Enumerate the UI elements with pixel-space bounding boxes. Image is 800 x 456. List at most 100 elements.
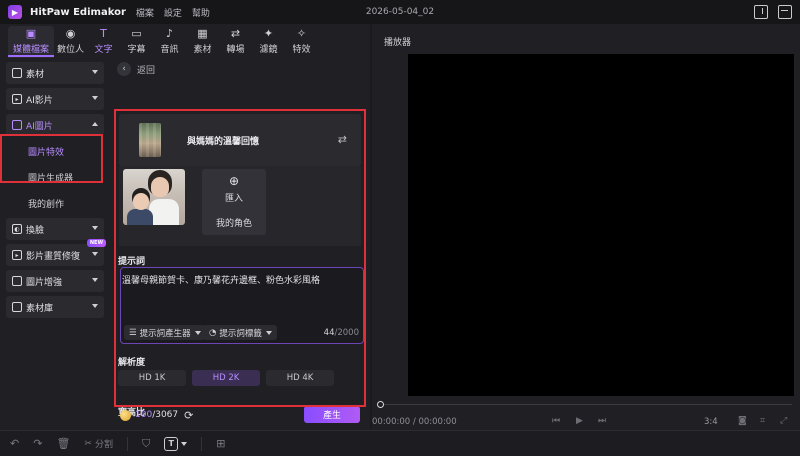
resolution-2k[interactable]: HD 2K	[192, 370, 260, 386]
prompt-text[interactable]: 溫馨母親節賀卡、康乃馨花卉邊框、粉色水彩風格	[122, 273, 320, 286]
folder-icon	[12, 68, 22, 78]
back-label[interactable]: 返回	[137, 63, 155, 76]
uploaded-photo[interactable]	[123, 169, 185, 225]
import-label: 匯入	[224, 194, 243, 204]
next-frame-icon[interactable]: ⏭	[598, 416, 606, 426]
chevron-left-icon: ‹	[122, 64, 126, 74]
sidebar-item-face-swap[interactable]: ◐ 換臉	[6, 218, 104, 240]
image-input-row: ⊕ 匯入 我的角色	[119, 166, 361, 246]
tab-label: 數位人	[56, 45, 84, 55]
app-logo-icon: ▶	[8, 5, 22, 19]
previous-frame-icon[interactable]: ⏮	[552, 416, 560, 426]
video-preview[interactable]	[408, 54, 794, 424]
tab-asset[interactable]: ▦ 素材	[186, 26, 219, 58]
tab-media[interactable]: ▣ 媒體檔案	[8, 26, 54, 58]
scrubber-handle[interactable]	[377, 401, 384, 408]
chevron-up-icon	[92, 122, 98, 126]
my-role-button[interactable]: 我的角色	[202, 216, 266, 229]
aspect-ratio-value[interactable]: 3:4	[704, 417, 718, 427]
list-icon: ☰	[129, 327, 137, 338]
sidebar-item-assets[interactable]: 素材	[6, 62, 104, 84]
sidebar-item-label: AI影片	[26, 95, 53, 106]
shield-icon[interactable]: ⛉	[142, 437, 150, 451]
new-badge: NEW	[86, 239, 106, 247]
import-card[interactable]: ⊕ 匯入 我的角色	[202, 169, 266, 235]
play-icon[interactable]: ▶	[576, 416, 583, 426]
back-button[interactable]: ‹	[117, 62, 131, 76]
template-card[interactable]: 與媽媽的溫馨回憶 ⇄	[119, 114, 361, 166]
prompt-generator-button[interactable]: ☰ 提示詞產生器	[124, 325, 206, 340]
player-controls: 00:00:00 / 00:00:00 ⏮ ▶ ⏭ 3:4 ◙ ⌗ ⤢	[372, 396, 800, 430]
scissors-icon: ✂	[84, 438, 92, 449]
snapshot-icon[interactable]: ◙	[738, 416, 747, 426]
resolution-4k[interactable]: HD 4K	[266, 370, 334, 386]
timeline-scrubber[interactable]	[380, 404, 792, 405]
tab-filter[interactable]: ✦ 濾鏡	[252, 26, 285, 58]
layout-icon[interactable]	[778, 5, 792, 19]
sidebar-subitem-my-creations[interactable]: 我的創作	[6, 192, 104, 214]
char-max: /2000	[334, 328, 360, 338]
split-button[interactable]: ✂ 分割	[84, 437, 113, 451]
coin-icon	[120, 409, 131, 421]
video-icon: ▸	[12, 94, 22, 104]
image-icon	[12, 120, 22, 130]
resolution-1k[interactable]: HD 1K	[118, 370, 186, 386]
tab-subtitle[interactable]: ▭ 字幕	[120, 26, 153, 58]
tab-audio[interactable]: ♪ 音訊	[153, 26, 186, 58]
active-tab-indicator	[8, 55, 54, 57]
menu-settings[interactable]: 設定	[164, 6, 182, 19]
chevron-down-icon[interactable]	[181, 441, 188, 446]
menu-file[interactable]: 檔案	[136, 6, 154, 19]
resolution-label: 解析度	[118, 358, 146, 368]
fullscreen-icon[interactable]: ⤢	[780, 416, 787, 426]
refresh-icon[interactable]: ⟳	[184, 409, 193, 422]
tab-label: 字幕	[127, 45, 146, 55]
sidebar-item-image-enhance[interactable]: 圖片增強	[6, 270, 104, 292]
tab-transition[interactable]: ⇄ 轉場	[219, 26, 252, 58]
char-count: 44	[323, 328, 335, 338]
enhance-icon	[12, 276, 22, 286]
sidebar-item-video-repair[interactable]: ▸ 影片畫質修復 NEW	[6, 239, 106, 266]
add-marker-icon[interactable]: ⊞	[216, 437, 225, 450]
prompt-generator-label: 提示詞產生器	[139, 328, 191, 339]
chevron-down-icon	[92, 252, 98, 256]
text-icon: T	[100, 27, 107, 40]
menu-help[interactable]: 幫助	[192, 6, 210, 19]
prompt-input[interactable]: 溫馨母親節賀卡、康乃馨花卉邊框、粉色水彩風格 ☰ 提示詞產生器 ◔ 提示詞標籤 …	[120, 267, 364, 344]
sidebar-item-label: 素材庫	[26, 303, 54, 314]
undo-icon[interactable]: ↶	[10, 437, 19, 450]
chevron-down-icon	[92, 278, 98, 282]
prompt-tags-button[interactable]: ◔ 提示詞標籤	[204, 325, 277, 340]
add-image-icon: ⊕	[228, 174, 240, 188]
text-tool-icon[interactable]: T	[164, 436, 179, 451]
monitor-icon[interactable]	[754, 5, 768, 19]
title-bar: ▶ HitPaw Edimakor 檔案 設定 幫助 2026-05-04_02	[0, 0, 800, 24]
app-title: HitPaw Edimakor	[30, 6, 126, 18]
chevron-down-icon	[194, 330, 201, 335]
delete-icon[interactable]: 🗑	[56, 437, 70, 450]
tab-effect[interactable]: ✧ 特效	[285, 26, 318, 58]
tab-label: 素材	[193, 45, 212, 55]
transition-icon: ⇄	[230, 27, 241, 40]
sidebar-item-ai-image[interactable]: AI圖片	[6, 114, 104, 136]
chevron-down-icon	[265, 330, 272, 335]
highlight-box-sidebar	[0, 134, 103, 183]
template-name: 與媽媽的溫馨回憶	[187, 136, 260, 147]
tab-text[interactable]: T 文字	[87, 26, 120, 58]
tab-label: 轉場	[226, 45, 245, 55]
swap-icon[interactable]: ⇄	[338, 133, 347, 146]
sidebar-item-ai-video[interactable]: ▸ AI影片	[6, 88, 104, 110]
sidebar-item-asset-library[interactable]: 素材庫	[6, 296, 104, 318]
crop-icon[interactable]: ⌗	[760, 416, 765, 426]
sidebar-item-label: 換臉	[26, 225, 45, 236]
image-effect-panel: ‹ 返回 與媽媽的溫馨回憶 ⇄ ⊕ 匯入 我的角色 提示詞 溫馨母親節賀卡、康乃…	[110, 58, 370, 430]
credits-total: /3067	[152, 410, 179, 420]
chevron-down-icon	[92, 70, 98, 74]
player-panel: 播放器 00:00:00 / 00:00:00 ⏮ ▶ ⏭ 3:4 ◙ ⌗ ⤢	[372, 24, 800, 430]
asset-icon: ▦	[197, 27, 208, 40]
credits-bar: 100/3067 ⟳ 產生	[110, 402, 370, 428]
tab-label: 媒體檔案	[12, 45, 49, 55]
redo-icon[interactable]: ↷	[33, 437, 42, 450]
tab-digital-human[interactable]: ◉ 數位人	[54, 26, 87, 58]
generate-button[interactable]: 產生	[304, 406, 360, 423]
